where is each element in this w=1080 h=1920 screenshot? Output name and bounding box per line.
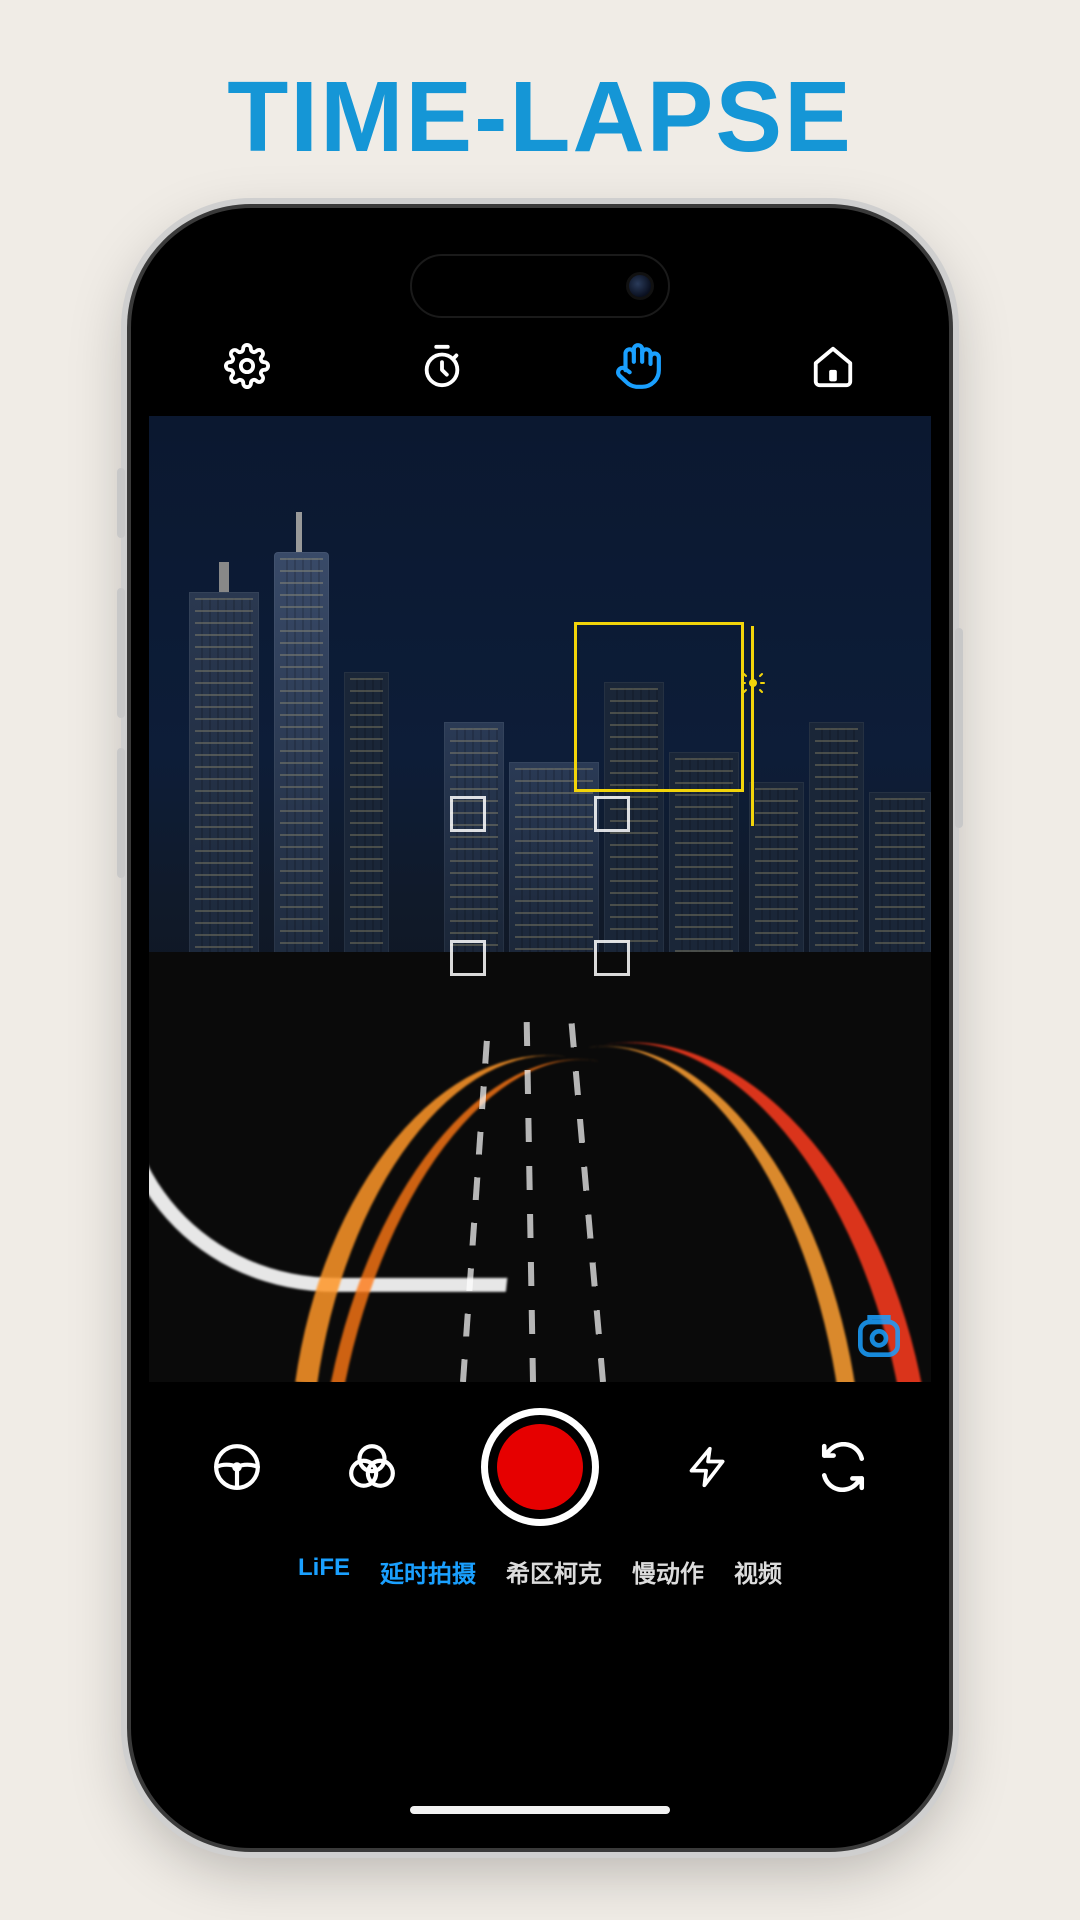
record-button[interactable] (481, 1408, 599, 1526)
timer-icon[interactable] (415, 339, 469, 393)
mode-life[interactable]: LiFE (298, 1554, 350, 1589)
bottom-controls: LiFE 延时拍摄 希区柯克 慢动作 视频 (149, 1382, 931, 1642)
mode-selector[interactable]: LiFE 延时拍摄 希区柯克 慢动作 视频 (149, 1526, 931, 1589)
sun-icon[interactable] (741, 671, 765, 695)
steering-icon[interactable] (210, 1440, 264, 1494)
flash-icon[interactable] (681, 1440, 735, 1494)
focus-square[interactable] (574, 622, 744, 792)
filter-icon[interactable] (345, 1440, 399, 1494)
headline: TIME-LAPSE (0, 60, 1080, 175)
app-watermark-icon (851, 1308, 907, 1364)
switch-camera-icon[interactable] (816, 1440, 870, 1494)
home-icon[interactable] (806, 339, 860, 393)
front-camera-icon (626, 272, 654, 300)
mode-hitchcock[interactable]: 希区柯克 (506, 1554, 602, 1589)
hand-icon[interactable] (611, 339, 665, 393)
mode-timelapse[interactable]: 延时拍摄 (380, 1554, 476, 1589)
mode-video[interactable]: 视频 (734, 1554, 782, 1589)
exposure-slider[interactable] (751, 626, 754, 826)
home-indicator[interactable] (410, 1806, 670, 1814)
camera-viewfinder[interactable] (149, 416, 931, 1382)
phone-mockup: LiFE 延时拍摄 希区柯克 慢动作 视频 (131, 208, 949, 1848)
center-focus-bracket (450, 796, 630, 976)
mode-slowmo[interactable]: 慢动作 (632, 1554, 704, 1589)
dynamic-island (410, 254, 670, 318)
settings-icon[interactable] (220, 339, 274, 393)
